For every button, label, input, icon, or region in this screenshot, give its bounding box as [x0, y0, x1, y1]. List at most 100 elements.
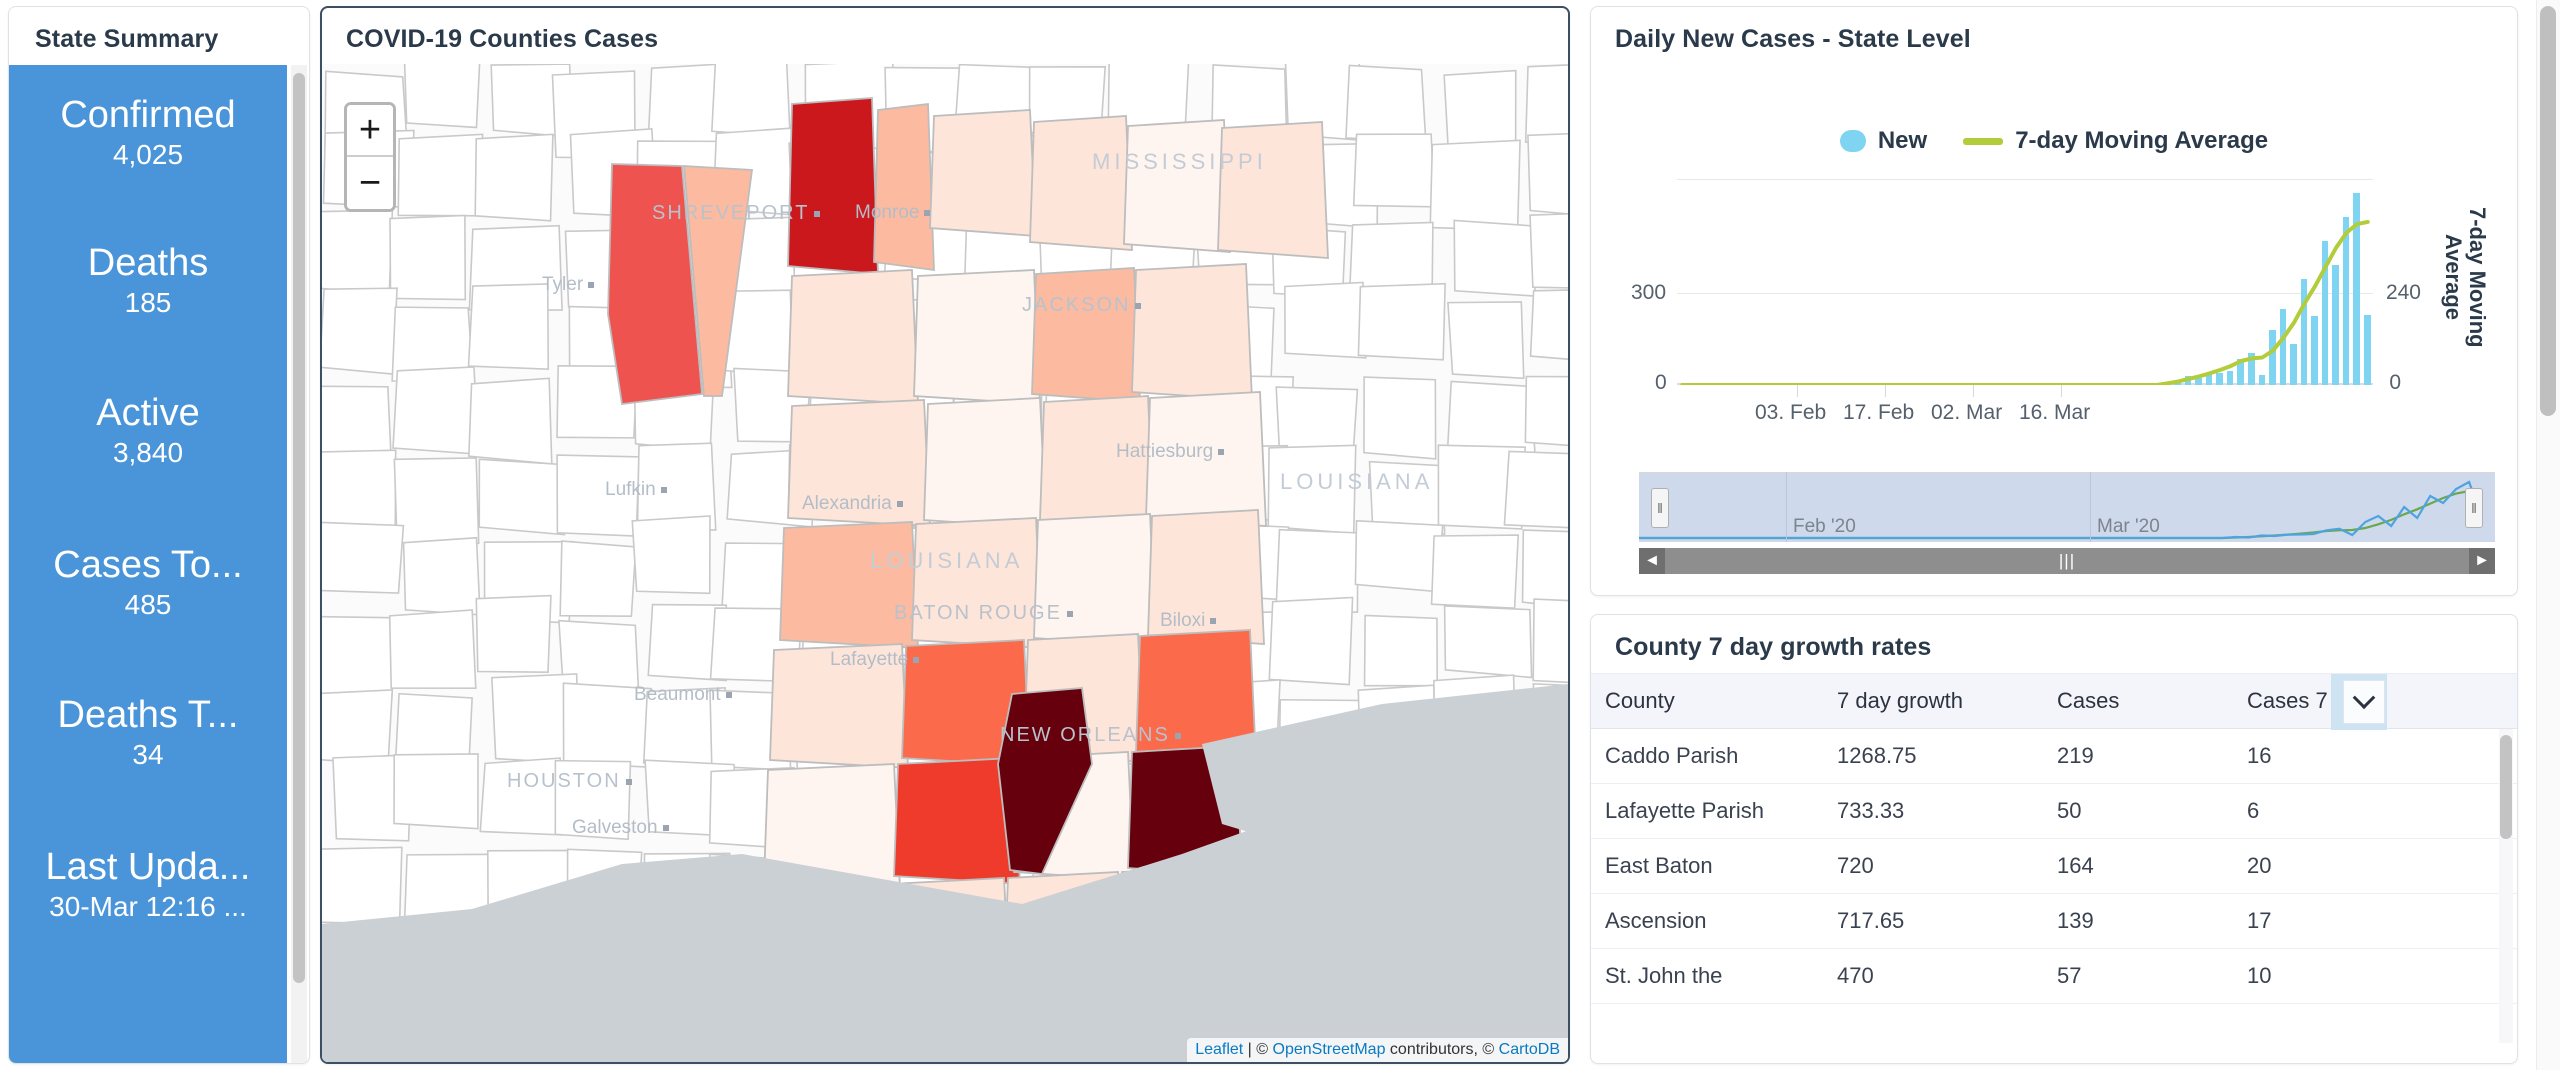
- map-county-polygon[interactable]: [554, 759, 632, 841]
- openstreetmap-link[interactable]: OpenStreetMap: [1273, 1041, 1386, 1058]
- column-header-county[interactable]: County: [1591, 688, 1823, 714]
- map-county-polygon[interactable]: [322, 689, 394, 766]
- map-county-polygon[interactable]: [559, 540, 637, 617]
- map-canvas[interactable]: [322, 64, 1568, 1062]
- map-county-polygon-shaded[interactable]: [787, 97, 879, 275]
- map-county-polygon[interactable]: [1447, 301, 1525, 380]
- map-viewport[interactable]: + − SHREVEPORT Tyler Monroe MISSISSIPPI JACK…: [322, 64, 1568, 1062]
- county-growth-title: County 7 day growth rates: [1615, 633, 1932, 661]
- map-county-polygon[interactable]: [322, 209, 394, 297]
- map-county-polygon-shaded[interactable]: [911, 517, 1043, 649]
- map-county-polygon-shaded[interactable]: [1131, 263, 1253, 401]
- table-row[interactable]: Caddo Parish 1268.75 219 16: [1591, 729, 2517, 784]
- map-county-polygon-shaded[interactable]: [923, 397, 1047, 529]
- legend-item-new[interactable]: New: [1839, 127, 1927, 155]
- map-county-polygon-shaded[interactable]: [787, 269, 919, 405]
- table-row[interactable]: St. John the 470 57 10: [1591, 949, 2517, 1004]
- map-county-polygon[interactable]: [392, 366, 480, 455]
- zoom-out-button[interactable]: −: [347, 157, 393, 209]
- map-county-polygon[interactable]: [397, 133, 484, 217]
- cartodb-link[interactable]: CartoDB: [1499, 1041, 1560, 1058]
- map-county-polygon[interactable]: [393, 753, 479, 830]
- map-county-polygon-shaded[interactable]: [1033, 513, 1157, 647]
- navigator-scroll-right-arrow[interactable]: ►: [2469, 548, 2495, 574]
- chart-range-navigator[interactable]: Feb '20 Mar '20 ‖ ‖ ◄ ||| ►: [1639, 472, 2495, 582]
- map-zoom-controls[interactable]: + −: [344, 102, 396, 212]
- state-summary-scroll-area[interactable]: Confirmed 4,025 Deaths 185 Active 3,840 Cases …: [9, 65, 309, 1063]
- map-county-polygon[interactable]: [1268, 596, 1354, 686]
- map-county-polygon[interactable]: [475, 594, 552, 673]
- map-county-polygon[interactable]: [1430, 534, 1520, 610]
- navigator-scrollbar[interactable]: ◄ ||| ►: [1639, 548, 2495, 574]
- leaflet-link[interactable]: Leaflet: [1195, 1041, 1243, 1058]
- map-county-polygon[interactable]: [1363, 376, 1437, 460]
- map-county-polygon[interactable]: [388, 609, 477, 690]
- map-county-polygon[interactable]: [478, 458, 566, 536]
- map-county-polygon[interactable]: [474, 133, 554, 222]
- map-county-polygon[interactable]: [1532, 598, 1568, 684]
- navigator-handle-left[interactable]: ‖: [1651, 488, 1669, 528]
- chevron-down-icon: [2352, 686, 2376, 710]
- map-county-polygon[interactable]: [467, 377, 553, 465]
- navigator-handle-right[interactable]: ‖: [2465, 488, 2483, 528]
- map-county-polygon[interactable]: [556, 454, 640, 537]
- map-county-polygon[interactable]: [1524, 64, 1568, 145]
- map-county-polygon[interactable]: [631, 515, 711, 595]
- map-county-polygon-shaded[interactable]: [873, 102, 935, 272]
- map-county-polygon-shaded[interactable]: [1031, 267, 1141, 403]
- legend-item-moving-average[interactable]: 7-day Moving Average: [1963, 127, 2268, 155]
- daily-chart-plot[interactable]: 300 0 240 0 7-day Moving Average 03. Feb…: [1615, 177, 2495, 457]
- table-row[interactable]: East Baton 720 164 20: [1591, 839, 2517, 894]
- map-county-polygon-shaded[interactable]: [787, 399, 931, 527]
- map-county-polygon[interactable]: [1267, 444, 1357, 535]
- map-county-polygon[interactable]: [322, 615, 396, 699]
- map-county-polygon-shaded[interactable]: [1039, 395, 1155, 529]
- map-county-polygon-shaded[interactable]: [1145, 391, 1267, 527]
- navigator-scroll-grip[interactable]: |||: [1665, 551, 2469, 571]
- map-county-polygon-shaded[interactable]: [1123, 119, 1231, 253]
- zoom-in-button[interactable]: +: [347, 105, 393, 157]
- map-county-polygon[interactable]: [389, 214, 467, 301]
- map-county-polygon-shaded[interactable]: [1217, 121, 1329, 259]
- map-county-polygon[interactable]: [402, 536, 481, 616]
- sort-dropdown-button[interactable]: [2343, 680, 2385, 724]
- map-county-polygon[interactable]: [1354, 519, 1444, 593]
- summary-scrollbar-thumb[interactable]: [293, 73, 305, 983]
- column-header-growth[interactable]: 7 day growth: [1823, 688, 2043, 714]
- map-county-polygon-shaded[interactable]: [929, 109, 1037, 237]
- table-scrollbar-thumb[interactable]: [2500, 735, 2512, 839]
- map-county-polygon[interactable]: [403, 64, 481, 129]
- map-county-polygon[interactable]: [1357, 282, 1446, 361]
- map-county-polygon[interactable]: [1524, 375, 1568, 449]
- map-county-polygon[interactable]: [393, 457, 480, 545]
- map-county-polygon[interactable]: [1453, 219, 1537, 297]
- navigator-scroll-left-arrow[interactable]: ◄: [1639, 548, 1665, 574]
- map-county-polygon[interactable]: [467, 283, 550, 370]
- map-county-polygon-shaded[interactable]: [769, 643, 909, 769]
- map-county-polygon[interactable]: [1529, 289, 1568, 363]
- map-county-polygon[interactable]: [1443, 605, 1533, 679]
- map-county-polygon[interactable]: [562, 682, 655, 769]
- map-county-polygon-shaded[interactable]: [913, 269, 1041, 405]
- map-county-polygon-shaded[interactable]: [1147, 509, 1265, 645]
- county-growth-table[interactable]: County 7 day growth Cases Cases 7 days C…: [1591, 673, 2517, 1063]
- map-county-polygon[interactable]: [1284, 281, 1367, 359]
- page-scrollbar-thumb[interactable]: [2540, 6, 2556, 416]
- map-county-polygon[interactable]: [1345, 64, 1427, 143]
- map-county-polygon-shaded[interactable]: [779, 521, 919, 649]
- map-county-polygon[interactable]: [1527, 132, 1568, 216]
- column-header-cases[interactable]: Cases: [2043, 688, 2233, 714]
- map-county-polygon[interactable]: [1429, 139, 1521, 231]
- map-county-polygon[interactable]: [322, 287, 398, 375]
- map-county-polygon[interactable]: [479, 757, 563, 836]
- map-county-polygon[interactable]: [1363, 614, 1439, 687]
- map-county-polygon[interactable]: [1529, 212, 1568, 289]
- map-county-polygon-shaded[interactable]: [1029, 115, 1133, 251]
- map-county-polygon[interactable]: [1503, 450, 1568, 529]
- table-row[interactable]: Ascension 717.65 139 17: [1591, 894, 2517, 949]
- map-county-polygon[interactable]: [1521, 529, 1568, 610]
- map-county-polygon[interactable]: [322, 521, 405, 594]
- map-county-polygon[interactable]: [1352, 133, 1436, 208]
- table-row[interactable]: Lafayette Parish 733.33 50 6: [1591, 784, 2517, 839]
- map-county-polygon[interactable]: [710, 64, 791, 138]
